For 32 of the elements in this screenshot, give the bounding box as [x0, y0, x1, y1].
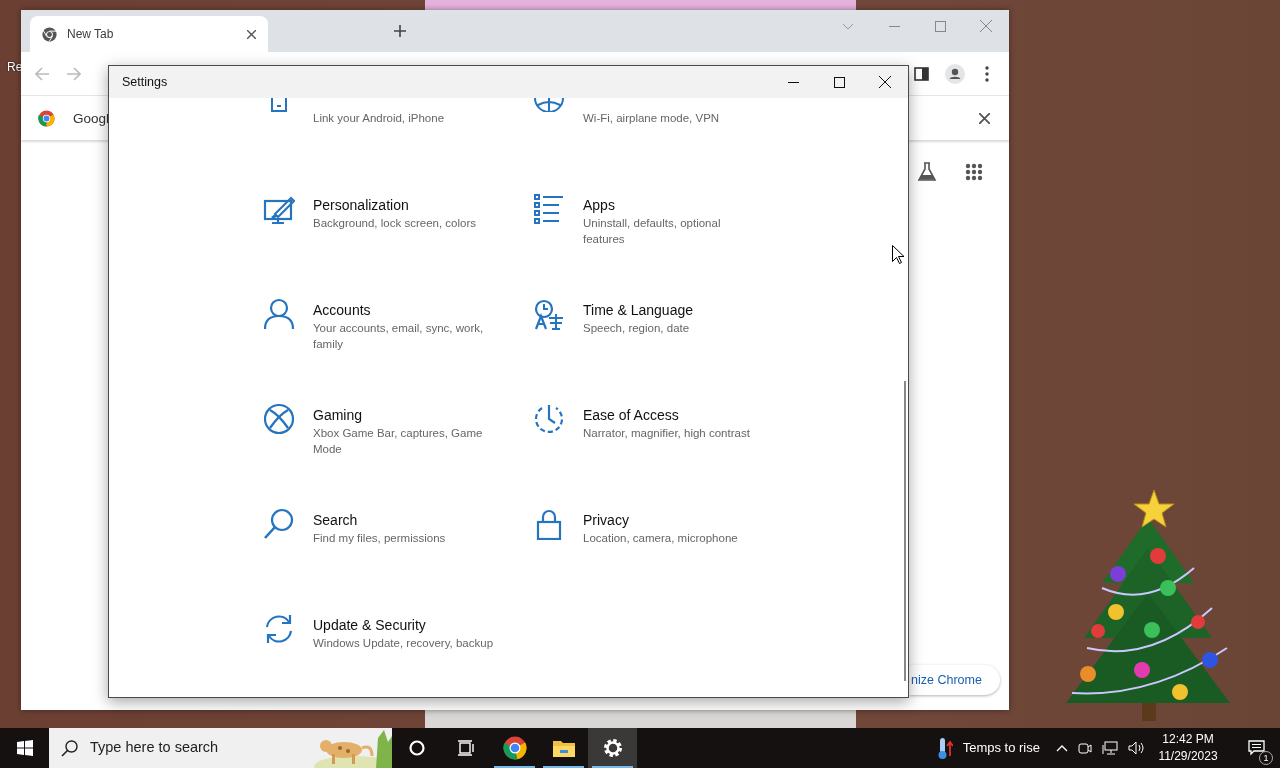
- setting-title[interactable]: Privacy: [583, 510, 765, 530]
- setting-description: Background, lock screen, colors: [313, 216, 477, 231]
- setting-title[interactable]: Gaming: [313, 405, 495, 425]
- clock[interactable]: 12:42 PM 11/29/2023: [1152, 731, 1224, 765]
- browser-tab[interactable]: New Tab: [30, 16, 268, 52]
- infobar-text: Googl: [73, 110, 110, 128]
- clock-time: 12:42 PM: [1161, 731, 1215, 748]
- setting-title[interactable]: Time & Language: [583, 300, 765, 320]
- setting-description: Uninstall, defaults, optional features: [583, 216, 722, 247]
- setting-description: Your accounts, email, sync, work, family: [313, 321, 485, 352]
- search-field[interactable]: Type here to search: [49, 728, 392, 768]
- weather-text[interactable]: Temps to rise: [962, 738, 1040, 758]
- notification-count: 1: [1259, 751, 1273, 765]
- setting-title[interactable]: Accounts: [313, 300, 495, 320]
- setting-description: Location, camera, microphone: [583, 531, 739, 546]
- setting-title[interactable]: Personalization: [313, 195, 495, 215]
- setting-description: Xbox Game Bar, captures, Game Mode: [313, 426, 484, 457]
- setting-title[interactable]: Ease of Access: [583, 405, 765, 425]
- window-title: Settings: [122, 73, 168, 91]
- setting-description: Speech, region, date: [583, 321, 691, 336]
- desktop-icon-label[interactable]: Re: [7, 58, 23, 76]
- customize-chrome-button[interactable]: nize Chrome: [909, 665, 1000, 695]
- notification-button[interactable]: 1: [1232, 728, 1280, 768]
- setting-title[interactable]: Apps: [583, 195, 765, 215]
- clock-date: 11/29/2023: [1157, 748, 1219, 765]
- setting-description: Narrator, magnifier, high contrast: [583, 426, 751, 441]
- setting-description: Windows Update, recovery, backup: [313, 636, 495, 651]
- setting-title[interactable]: Update & Security: [313, 615, 495, 635]
- setting-description: Find my files, permissions: [313, 531, 447, 546]
- setting-title[interactable]: Search: [313, 510, 495, 530]
- setting-description: Wi-Fi, airplane mode, VPN: [583, 111, 721, 126]
- setting-description: Link your Android, iPhone: [313, 111, 446, 126]
